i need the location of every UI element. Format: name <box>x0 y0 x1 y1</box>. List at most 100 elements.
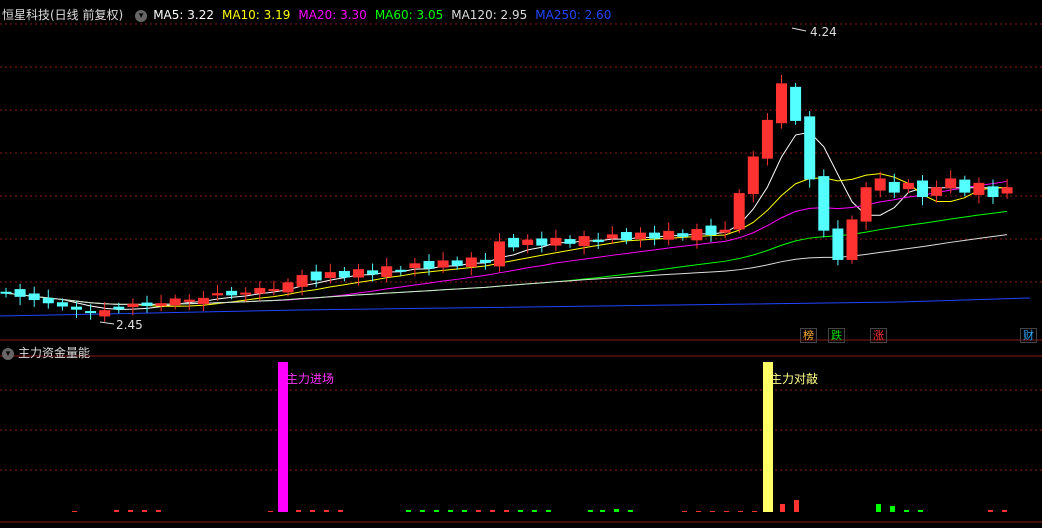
volume-bar <box>794 500 799 512</box>
volume-bar <box>588 510 593 512</box>
candle-down <box>832 228 844 260</box>
candle-down <box>113 306 125 310</box>
volume-bar <box>128 510 133 512</box>
candle-down <box>917 180 928 198</box>
low-price-label: 2.45 <box>116 318 143 332</box>
candle-down <box>28 293 40 301</box>
candle-down <box>888 181 900 193</box>
candle-up <box>212 293 223 296</box>
candle-down <box>564 239 576 244</box>
candle-down <box>367 270 379 275</box>
chevron-down-icon[interactable]: ▾ <box>2 347 14 360</box>
candle-up <box>169 298 181 306</box>
candle-up <box>494 241 505 267</box>
volume-bar <box>738 511 743 512</box>
moving-average-lines <box>0 131 1031 317</box>
volume-bar <box>142 510 147 512</box>
volume-bar <box>918 510 923 512</box>
candle-down <box>42 297 54 304</box>
candle-down <box>804 116 816 180</box>
candle-up <box>99 310 111 317</box>
chevron-down-icon[interactable]: ▾ <box>135 9 148 22</box>
candle-up <box>973 182 985 195</box>
candle-up <box>127 303 139 308</box>
candle-up <box>197 297 209 305</box>
candle-up <box>846 219 858 260</box>
volume-bar <box>682 511 687 512</box>
low-arrow <box>99 321 115 325</box>
candle-down <box>338 270 350 278</box>
candle-up <box>761 119 773 159</box>
volume-bar <box>1002 510 1007 512</box>
volume-bar <box>462 510 467 512</box>
volume-bar <box>420 510 425 512</box>
candle-down <box>479 259 491 263</box>
candle-down <box>71 306 82 310</box>
candle-up <box>324 272 336 279</box>
chart-grid <box>0 23 1042 523</box>
candle-down <box>705 225 717 236</box>
volume-bar <box>752 511 757 512</box>
stock-title: 恒星科技(日线 前复权) <box>2 8 124 22</box>
candle-up <box>437 260 449 268</box>
candle-down <box>226 290 238 296</box>
volume-bar <box>532 510 537 512</box>
candle-up <box>522 239 534 246</box>
candle-down <box>423 261 435 269</box>
signal-label-in: 主力进场 <box>286 372 335 386</box>
event-tag-text: 榜 <box>803 329 814 342</box>
ma-legend-item: MA10: 3.19 <box>221 8 291 22</box>
candle-down <box>85 311 97 314</box>
candle-down <box>620 232 632 241</box>
volume-bar <box>546 510 551 512</box>
candle-up <box>747 156 759 195</box>
candle-down <box>790 86 802 121</box>
volume-bar <box>296 510 301 512</box>
candle-down <box>987 186 999 198</box>
candle-up <box>381 266 393 277</box>
candle-down <box>649 232 661 239</box>
candle-up <box>635 232 646 240</box>
volume-bar <box>434 510 439 512</box>
candle-down <box>959 179 971 193</box>
volume-bar <box>114 510 119 512</box>
ma-legend-item: MA5: 3.22 <box>153 8 214 22</box>
volume-bar <box>490 510 495 512</box>
candle-up <box>1001 187 1013 194</box>
event-tag-cai[interactable]: 财 <box>1020 328 1037 343</box>
candle-up <box>578 236 590 247</box>
capital-volume-bars <box>72 362 1007 512</box>
candle-up <box>931 187 943 196</box>
kline-chart[interactable] <box>0 0 1042 528</box>
sub-panel-title: 主力资金量能 <box>18 346 91 360</box>
candle-up <box>268 289 280 292</box>
event-tag-die[interactable]: 跌 <box>828 328 845 343</box>
candle-down <box>677 233 689 237</box>
candle-up <box>606 234 618 239</box>
event-tag-bang[interactable]: 榜 <box>800 328 817 343</box>
high-arrow <box>791 27 807 32</box>
candle-up <box>550 237 562 246</box>
candle-up <box>860 187 872 222</box>
candle-up <box>902 182 914 190</box>
candle-up <box>874 178 886 191</box>
volume-bar <box>406 510 411 512</box>
candle-down <box>536 238 548 246</box>
ma-legend-item: MA20: 3.30 <box>298 8 367 22</box>
volume-bar <box>904 510 909 512</box>
signal-label-out: 主力对敲 <box>770 372 819 386</box>
candle-down <box>141 302 153 306</box>
volume-bar <box>600 510 605 512</box>
candle-up <box>409 263 421 269</box>
volume-bar <box>628 510 633 512</box>
volume-bar <box>710 511 715 512</box>
candle-down <box>592 239 604 243</box>
candle-up <box>254 287 266 294</box>
candle-down <box>56 302 68 307</box>
volume-bar <box>476 510 481 512</box>
candle-up <box>945 178 957 189</box>
event-tag-text: 财 <box>1023 329 1034 342</box>
event-tag-zhang[interactable]: 涨 <box>870 328 887 343</box>
event-tag-text: 跌 <box>831 329 842 342</box>
chart-header: 恒星科技(日线 前复权) ▾ MA5: 3.22 MA10: 3.19 MA20: 3.… <box>2 6 627 23</box>
